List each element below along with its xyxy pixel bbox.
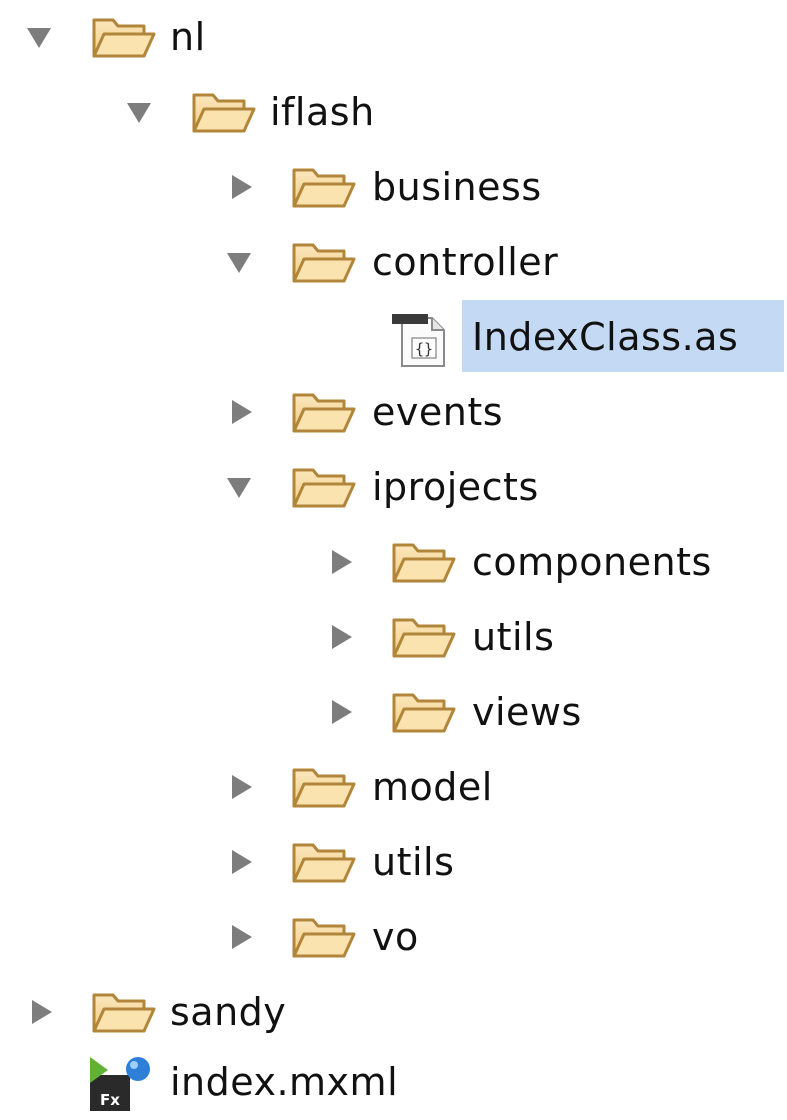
tree-item-utils[interactable]: utils xyxy=(0,600,787,675)
collapse-arrow-icon[interactable] xyxy=(224,247,254,277)
expand-arrow-icon[interactable] xyxy=(226,772,256,802)
folder-icon xyxy=(390,612,456,662)
tree-item-label: index.mxml xyxy=(170,1060,399,1104)
expand-arrow-icon[interactable] xyxy=(26,997,56,1027)
collapse-arrow-icon[interactable] xyxy=(24,22,54,52)
tree-item-label: components xyxy=(472,540,712,584)
tree-item-label: controller xyxy=(372,240,559,284)
collapse-arrow-icon[interactable] xyxy=(224,472,254,502)
tree-item-indexclass-as[interactable]: {} IndexClass.as xyxy=(0,300,787,375)
tree-item-label: sandy xyxy=(170,990,287,1034)
tree-item-label: business xyxy=(372,165,542,209)
expand-arrow-icon[interactable] xyxy=(326,547,356,577)
expand-arrow-icon[interactable] xyxy=(326,622,356,652)
folder-icon xyxy=(90,987,156,1037)
tree-item-components[interactable]: components xyxy=(0,525,787,600)
svg-text:Fx: Fx xyxy=(100,1091,120,1109)
tree-item-label: utils xyxy=(472,615,555,659)
folder-icon xyxy=(290,762,356,812)
folder-icon xyxy=(390,537,456,587)
project-tree: nl iflash business controller {} IndexCl… xyxy=(0,0,787,1116)
folder-icon xyxy=(290,387,356,437)
tree-item-label: events xyxy=(372,390,504,434)
tree-item-sandy[interactable]: sandy xyxy=(0,975,787,1050)
tree-item-vo[interactable]: vo xyxy=(0,900,787,975)
actionscript-file-icon: {} xyxy=(392,314,445,367)
tree-item-nl[interactable]: nl xyxy=(0,0,787,75)
tree-item-index-mxml[interactable]: Fx index.mxml xyxy=(0,1045,787,1120)
tree-item-controller[interactable]: controller xyxy=(0,225,787,300)
folder-icon xyxy=(290,912,356,962)
collapse-arrow-icon[interactable] xyxy=(124,97,154,127)
tree-item-events[interactable]: events xyxy=(0,375,787,450)
tree-item-label: vo xyxy=(372,915,419,959)
tree-item-label: nl xyxy=(170,15,206,59)
folder-icon xyxy=(390,687,456,737)
tree-item-label: utils xyxy=(372,840,455,884)
tree-item-model[interactable]: model xyxy=(0,750,787,825)
folder-icon xyxy=(190,87,256,137)
tree-item-label: IndexClass.as xyxy=(472,315,739,359)
expand-arrow-icon[interactable] xyxy=(326,697,356,727)
tree-item-iflash[interactable]: iflash xyxy=(0,75,787,150)
svg-text:{}: {} xyxy=(415,340,433,358)
tree-item-views[interactable]: views xyxy=(0,675,787,750)
tree-item-label: iflash xyxy=(270,90,375,134)
tree-item-business[interactable]: business xyxy=(0,150,787,225)
folder-icon xyxy=(90,12,156,62)
tree-item-utils-2[interactable]: utils xyxy=(0,825,787,900)
folder-icon xyxy=(290,162,356,212)
tree-item-label: views xyxy=(472,690,582,734)
expand-arrow-icon[interactable] xyxy=(226,847,256,877)
expand-arrow-icon[interactable] xyxy=(226,922,256,952)
folder-icon xyxy=(290,837,356,887)
expand-arrow-icon[interactable] xyxy=(226,172,256,202)
flex-mxml-file-icon: Fx xyxy=(90,1057,150,1111)
tree-item-label: model xyxy=(372,765,493,809)
folder-icon xyxy=(290,237,356,287)
folder-icon xyxy=(290,462,356,512)
expand-arrow-icon[interactable] xyxy=(226,397,256,427)
tree-item-iprojects[interactable]: iprojects xyxy=(0,450,787,525)
tree-item-label: iprojects xyxy=(372,465,539,509)
